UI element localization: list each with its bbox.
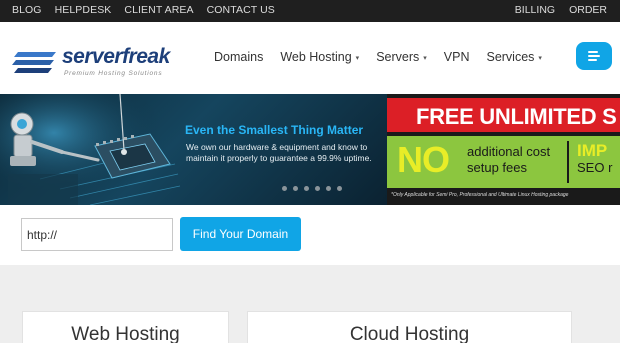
banner-title: Even the Smallest Thing Matter: [185, 123, 364, 137]
logo-tagline: Premium Hosting Solutions: [64, 70, 163, 77]
card-title: Cloud Hosting: [349, 324, 470, 343]
main-nav: Domains Web Hosting ▾ Servers ▾ VPN Servic…: [214, 50, 559, 64]
slider-dots: [282, 186, 342, 191]
menu-toggle-button[interactable]: [576, 42, 612, 70]
top-bar: BLOG HELPDESK CLIENT AREA CONTACT US BIL…: [0, 0, 620, 22]
caret-down-icon: ▾: [538, 55, 542, 62]
nav-label: Web Hosting: [280, 50, 352, 64]
nav-item-domains[interactable]: Domains: [214, 50, 263, 64]
banner-text: We own our hardware & equipment and know…: [186, 142, 372, 163]
promo-headline-bar: FREE UNLIMITED S: [387, 98, 620, 132]
top-right-links: BILLING ORDER: [515, 4, 607, 16]
logo-wordmark: serverfreak: [62, 45, 170, 69]
top-link-client-area[interactable]: CLIENT AREA: [124, 4, 193, 16]
top-link-blog[interactable]: BLOG: [12, 4, 42, 16]
promo-footnote: *Only Applicable for Semi Pro, Professio…: [391, 192, 569, 198]
find-domain-button[interactable]: Find Your Domain: [180, 217, 301, 251]
caret-down-icon: ▾: [355, 55, 360, 62]
top-link-billing[interactable]: BILLING: [515, 4, 555, 16]
slider-dot[interactable]: [315, 186, 320, 191]
logo-mark-icon: [12, 52, 56, 73]
caret-down-icon: ▾: [423, 55, 427, 62]
promo-imp: IMP: [577, 141, 608, 160]
promo-no-description: additional cost setup fees: [467, 144, 550, 176]
nav-label: Domains: [214, 50, 264, 64]
promo-no-line-2: setup fees: [467, 160, 527, 175]
top-link-order[interactable]: ORDER: [569, 4, 607, 16]
logo-word-freak: freak: [122, 45, 170, 68]
site-logo[interactable]: serverfreak Premium Hosting Solutions: [12, 42, 182, 82]
promo-banner[interactable]: FREE UNLIMITED S NO additional cost setu…: [387, 94, 620, 205]
domain-search-section: Find Your Domain: [0, 205, 620, 265]
promo-headline: FREE UNLIMITED S: [416, 104, 617, 129]
nav-item-services[interactable]: Services ▾: [486, 50, 541, 64]
slider-dot[interactable]: [293, 186, 298, 191]
card-title: Web Hosting: [71, 324, 180, 343]
chip-robot-illustration: [0, 94, 180, 205]
top-link-helpdesk[interactable]: HELPDESK: [55, 4, 112, 16]
domain-search-input[interactable]: [21, 218, 173, 251]
top-link-contact-us[interactable]: CONTACT US: [207, 4, 275, 16]
promo-features-box: NO additional cost setup fees IMP SEO r: [387, 136, 620, 188]
slider-dot[interactable]: [304, 186, 309, 191]
hosting-section: Web Hosting Cloud Hosting: [0, 265, 620, 343]
site-header: serverfreak Premium Hosting Solutions Do…: [0, 22, 620, 94]
slider-dot[interactable]: [337, 186, 342, 191]
nav-label: Servers: [376, 50, 420, 64]
web-hosting-card[interactable]: Web Hosting: [22, 311, 229, 343]
cloud-hosting-card[interactable]: Cloud Hosting: [247, 311, 572, 343]
slider-dot[interactable]: [326, 186, 331, 191]
promo-seo: SEO r: [577, 160, 613, 175]
nav-item-servers[interactable]: Servers ▾: [376, 50, 427, 64]
nav-item-web-hosting[interactable]: Web Hosting ▾: [280, 50, 359, 64]
logo-word-server: server: [62, 45, 123, 68]
promo-no: NO: [397, 139, 450, 180]
top-links: BLOG HELPDESK CLIENT AREA CONTACT US: [12, 4, 275, 16]
nav-label: Services: [486, 50, 535, 64]
slider-dot[interactable]: [282, 186, 287, 191]
promo-divider: [567, 141, 569, 183]
nav-label: VPN: [443, 50, 470, 64]
promo-no-line-1: additional cost: [467, 144, 551, 159]
nav-item-vpn[interactable]: VPN: [444, 50, 470, 64]
menu-icon: [588, 51, 600, 61]
